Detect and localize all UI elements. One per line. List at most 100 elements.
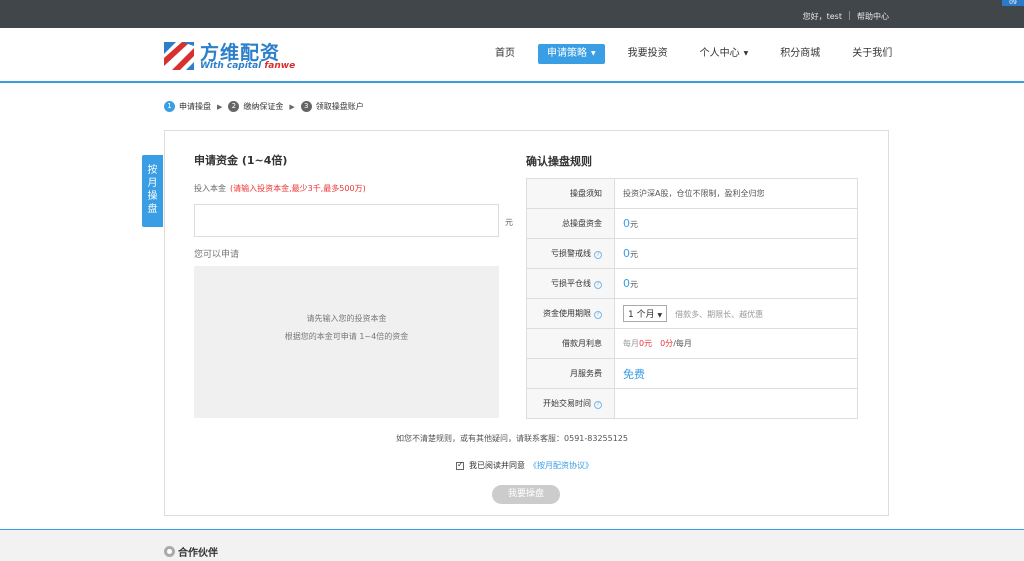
agreement-row: 我已阅读并同意 《按月配资协议》 — [456, 460, 593, 471]
currency-unit: 元 — [505, 218, 513, 227]
nav-home[interactable]: 首页 — [486, 44, 524, 64]
table-row: 月服务费 免费 — [526, 358, 858, 389]
interest-suffix: /每月 — [673, 339, 692, 348]
top-bar: 您好，test 帮助中心 09 — [0, 0, 1024, 28]
agree-text: 我已阅读并同意 — [469, 461, 525, 470]
step-2-label: 缴纳保证金 — [243, 102, 284, 111]
caret-down-icon: ▼ — [591, 50, 596, 57]
service-fee-value: 免费 — [623, 367, 645, 381]
apply-funds-title: 申请资金 (1~4倍) — [194, 154, 288, 167]
nav-apply-strategy[interactable]: 申请策略 ▼ — [538, 44, 605, 64]
partner-icon — [164, 546, 175, 557]
top-links: 您好，test 帮助中心 — [803, 11, 889, 22]
start-time-label: 开始交易时间 — [543, 399, 591, 408]
interest-prefix: 每月 — [623, 339, 639, 348]
arrow-right-icon: ▶ — [217, 102, 223, 111]
nav-personal-center[interactable]: 个人中心 ▼ — [691, 44, 758, 64]
nav-points-mall[interactable]: 积分商城 — [771, 44, 829, 64]
partners-label: 合作伙伴 — [178, 548, 218, 559]
arrow-right-icon: ▶ — [289, 102, 295, 111]
step-2-number: 2 — [228, 101, 240, 112]
caret-down-icon: ▼ — [743, 50, 749, 57]
header: 方维配资 With capital fanwe 首页 申请策略 ▼ 我要投资 个人… — [0, 28, 1024, 83]
logo-slogan-brand: fanwe — [264, 61, 296, 71]
table-row: 总操盘资金 0元 — [526, 208, 858, 239]
nav-personal-center-label: 个人中心 — [699, 48, 740, 59]
start-time-value — [615, 389, 858, 419]
user-greeting[interactable]: 您好，test — [803, 11, 842, 22]
total-funds-cell: 0元 — [614, 208, 858, 239]
interest-cell: 每月0元 0分/每月 — [614, 328, 858, 359]
confirm-rules-title: 确认操盘规则 — [526, 155, 592, 168]
table-row: 亏损平仓线? 0元 — [526, 268, 858, 299]
interest-rate: 0分 — [660, 339, 674, 348]
main-nav: 首页 申请策略 ▼ 我要投资 个人中心 ▼ 积分商城 关于我们 — [486, 44, 915, 64]
warn-line-cell: 0元 — [614, 238, 858, 269]
nav-about-us[interactable]: 关于我们 — [843, 44, 901, 64]
table-row: 资金使用期限? 1 个月 ▼ 借款多、期限长、越优惠 — [526, 298, 858, 329]
help-center-link[interactable]: 帮助中心 — [857, 11, 889, 22]
warn-line-label: 亏损警戒线 — [551, 249, 591, 258]
corner-badge: 09 — [1002, 0, 1024, 6]
can-apply-label: 您可以申请 — [194, 250, 240, 260]
step-1-number: 1 — [164, 101, 175, 112]
divider — [849, 11, 850, 20]
period-select[interactable]: 1 个月 ▼ — [623, 305, 668, 322]
hint-line-2: 根据您的本金可申请 1~4倍的资金 — [284, 332, 409, 341]
close-line-unit: 元 — [630, 280, 638, 289]
close-line-label: 亏损平仓线 — [551, 279, 591, 288]
step-3-label: 领取操盘账户 — [315, 102, 364, 111]
apply-hint-box: 请先输入您的投资本金 根据您的本金可申请 1~4倍的资金 — [194, 266, 499, 418]
nav-invest[interactable]: 我要投资 — [619, 44, 677, 64]
hint-line-1: 请先输入您的投资本金 — [306, 314, 387, 323]
help-icon[interactable]: ? — [594, 281, 602, 289]
table-row: 操盘须知 投资沪深A股，仓位不限制，盈利全归您 — [526, 178, 858, 209]
step-indicator: 1 申请操盘 ▶ 2 缴纳保证金 ▶ 3 领取操盘账户 — [164, 101, 364, 112]
start-time-label-cell: 开始交易时间? — [526, 388, 615, 419]
nav-apply-strategy-label: 申请策略 — [547, 48, 587, 59]
close-line-value: 0 — [623, 277, 630, 290]
notice-value: 投资沪深A股，仓位不限制，盈利全归您 — [614, 178, 858, 209]
warn-line-label-cell: 亏损警戒线? — [526, 238, 615, 269]
help-icon[interactable]: ? — [594, 401, 602, 409]
invest-principal-label: 投入本金 (请输入投资本金,最少3千,最多500万) — [194, 183, 366, 194]
step-1-label: 申请操盘 — [179, 102, 211, 111]
logo-mark-icon — [164, 42, 194, 70]
rules-table: 操盘须知 投资沪深A股，仓位不限制，盈利全归您 总操盘资金 0元 亏损警戒线? … — [526, 178, 858, 419]
service-fee-label: 月服务费 — [526, 358, 615, 389]
close-line-cell: 0元 — [614, 268, 858, 299]
logo-slogan-prefix: With capital — [200, 61, 265, 71]
table-row: 开始交易时间? — [526, 388, 858, 419]
total-funds-unit: 元 — [630, 220, 638, 229]
table-row: 亏损警戒线? 0元 — [526, 238, 858, 269]
notice-label: 操盘须知 — [526, 178, 615, 209]
period-label-cell: 资金使用期限? — [526, 298, 615, 329]
warn-line-value: 0 — [623, 247, 630, 260]
logo[interactable]: 方维配资 With capital fanwe — [164, 38, 304, 74]
close-line-label-cell: 亏损平仓线? — [526, 268, 615, 299]
total-funds-value: 0 — [623, 217, 630, 230]
step-3-number: 3 — [300, 101, 312, 112]
interest-amount: 0元 — [639, 339, 653, 348]
caret-down-icon: ▼ — [657, 312, 663, 319]
submit-trading-button[interactable]: 我要操盘 — [492, 485, 560, 504]
logo-slogan: With capital fanwe — [200, 61, 295, 71]
contact-text: 如您不清楚规则，或有其他疑问，请联系客服：0591-83255125 — [396, 434, 628, 443]
invest-principal-text: 投入本金 — [194, 184, 226, 193]
period-select-value: 1 个月 — [628, 310, 655, 320]
help-icon[interactable]: ? — [594, 311, 602, 319]
footer: 合作伙伴 — [0, 530, 1024, 561]
help-icon[interactable]: ? — [594, 251, 602, 259]
invest-principal-hint: (请输入投资本金,最少3千,最多500万) — [230, 184, 366, 193]
interest-label: 借款月利息 — [526, 328, 615, 359]
agree-checkbox[interactable] — [456, 460, 464, 470]
agreement-link[interactable]: 《按月配资协议》 — [529, 460, 593, 471]
period-label: 资金使用期限 — [543, 309, 591, 318]
total-funds-label: 总操盘资金 — [526, 208, 615, 239]
principal-amount-input[interactable] — [194, 204, 499, 237]
partners-heading: 合作伙伴 — [164, 544, 218, 559]
table-row: 借款月利息 每月0元 0分/每月 — [526, 328, 858, 359]
service-fee-cell: 免费 — [614, 358, 858, 389]
monthly-trading-tab[interactable]: 按月操盘 — [142, 155, 163, 227]
period-cell: 1 个月 ▼ 借款多、期限长、越优惠 — [614, 298, 858, 329]
